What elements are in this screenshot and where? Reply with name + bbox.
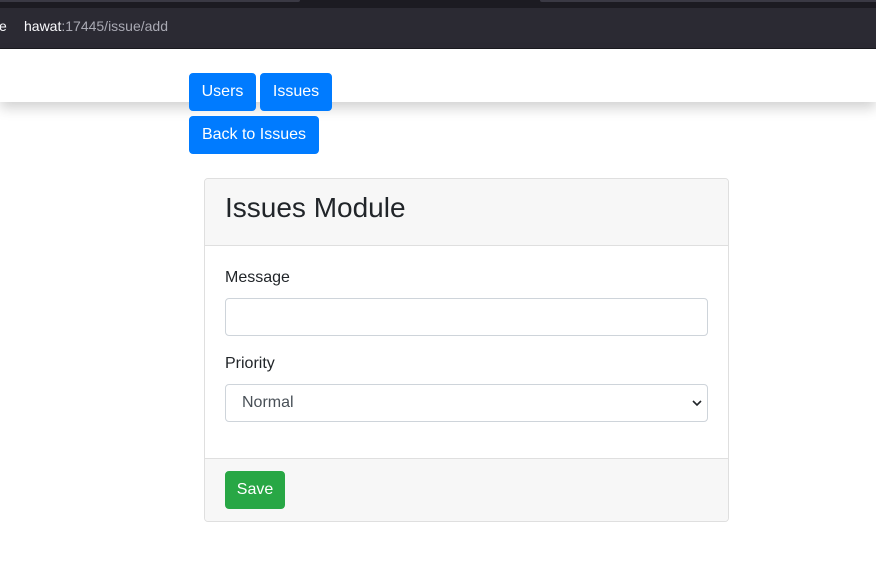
card-header: Issues Module	[205, 179, 728, 246]
browser-urlbar[interactable]: e hawat:17445/issue/add	[0, 8, 876, 49]
urlbar-leading-text: e	[0, 18, 7, 34]
card-footer: Save	[205, 458, 728, 521]
users-button[interactable]: Users	[189, 73, 256, 111]
url-text[interactable]: hawat:17445/issue/add	[24, 18, 168, 34]
browser-tab-right[interactable]	[540, 0, 876, 2]
page-title: Issues Module	[225, 192, 406, 223]
issues-button[interactable]: Issues	[260, 73, 332, 111]
url-path: :17445/issue/add	[61, 18, 168, 34]
priority-select[interactable]: Normal	[225, 384, 708, 422]
chevron-down-icon	[692, 400, 702, 407]
back-to-issues-button[interactable]: Back to Issues	[189, 116, 319, 154]
browser-tab-left[interactable]	[0, 0, 300, 2]
save-button[interactable]: Save	[225, 471, 285, 509]
top-navbar	[0, 49, 876, 102]
page-content: Users Issues Back to Issues Issues Modul…	[0, 49, 876, 567]
priority-select-value: Normal	[242, 394, 294, 411]
browser-tabstrip	[0, 0, 876, 8]
message-input[interactable]	[225, 298, 708, 336]
priority-label: Priority	[225, 355, 275, 372]
message-label: Message	[225, 269, 290, 286]
issues-card: Issues Module Message Priority Normal Sa…	[204, 178, 729, 522]
url-host: hawat	[24, 18, 62, 34]
